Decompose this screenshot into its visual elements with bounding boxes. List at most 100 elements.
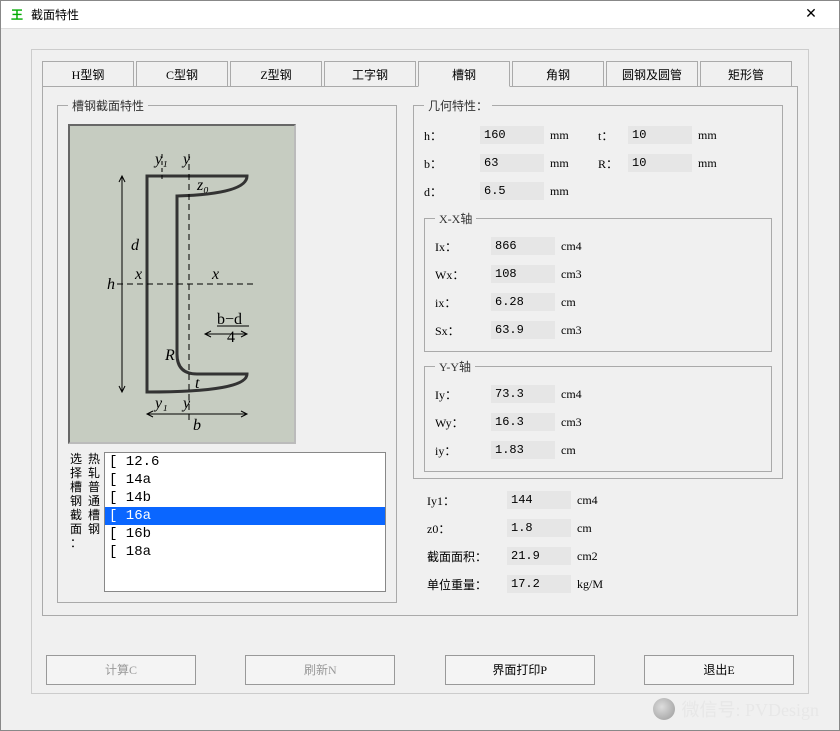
Sx-value: 63.9 <box>491 321 555 339</box>
geom-fieldset: 几何特性： h： 160 mm t： 10 mm b： 63 mm <box>413 97 783 479</box>
t-value: 10 <box>628 126 692 144</box>
tab-c-steel[interactable]: C型钢 <box>136 61 228 87</box>
svg-text:y: y <box>181 151 191 168</box>
iy-unit: cm <box>561 443 609 458</box>
Ix-unit: cm4 <box>561 239 609 254</box>
ix-value: 6.28 <box>491 293 555 311</box>
refresh-button[interactable]: 刷新N <box>245 655 395 685</box>
x-axis-legend: X-X轴 <box>435 210 476 227</box>
svg-text:y₁: y₁ <box>153 151 168 168</box>
content-area: H型钢 C型钢 Z型钢 工字钢 槽钢 角钢 圆钢及圆管 矩形管 槽钢截面特性 <box>1 29 839 730</box>
Iy-label: Iy： <box>435 386 491 403</box>
left-column: 槽钢截面特性 <box>57 97 397 603</box>
list-item[interactable]: [ 16b <box>105 525 385 543</box>
Iy-unit: cm4 <box>561 387 609 402</box>
b-label: b： <box>424 155 480 172</box>
tab-round-tube[interactable]: 圆钢及圆管 <box>606 61 698 87</box>
ix-label: ix： <box>435 294 491 311</box>
iy-label: iy： <box>435 442 491 459</box>
ix-unit: cm <box>561 295 609 310</box>
x-axis-fieldset: X-X轴 Ix：866 cm4 Wx：108 cm3 ix：6.28 cm Sx：63… <box>424 210 772 352</box>
list-item[interactable]: [ 12.6 <box>105 453 385 471</box>
tab-rect-tube[interactable]: 矩形管 <box>700 61 792 87</box>
tab-channel-steel[interactable]: 槽钢 <box>418 61 510 87</box>
Ix-label: Ix： <box>435 238 491 255</box>
svg-text:y: y <box>181 395 191 412</box>
area-unit: cm2 <box>577 549 625 564</box>
section-fieldset: 槽钢截面特性 <box>57 97 397 603</box>
right-column: 几何特性： h： 160 mm t： 10 mm b： 63 mm <box>413 97 783 599</box>
z0-unit: cm <box>577 521 625 536</box>
tabstrip: H型钢 C型钢 Z型钢 工字钢 槽钢 角钢 圆钢及圆管 矩形管 <box>42 60 798 86</box>
svg-text:x: x <box>211 266 219 283</box>
app-icon: 王 <box>9 7 25 23</box>
y-axis-fieldset: Y-Y轴 Iy：73.3cm4 Wy：16.3cm3 iy：1.83cm <box>424 358 772 472</box>
t-unit: mm <box>698 128 746 143</box>
Wx-unit: cm3 <box>561 267 609 282</box>
Iy-value: 73.3 <box>491 385 555 403</box>
Wx-value: 108 <box>491 265 555 283</box>
Wy-value: 16.3 <box>491 413 555 431</box>
R-label: R： <box>598 155 628 172</box>
svg-text:b: b <box>193 417 201 434</box>
b-value: 63 <box>480 154 544 172</box>
channel-diagram-svg: y₁ y z₀ d h x x b−d 4 <box>77 134 287 434</box>
h-value: 160 <box>480 126 544 144</box>
list-item[interactable]: [ 14a <box>105 471 385 489</box>
section-diagram: y₁ y z₀ d h x x b−d 4 <box>68 124 296 444</box>
tab-angle-steel[interactable]: 角钢 <box>512 61 604 87</box>
svg-text:b−d: b−d <box>217 311 242 328</box>
list-item[interactable]: [ 18a <box>105 543 385 561</box>
Ix-value: 866 <box>491 237 555 255</box>
main-window: 王 截面特性 ✕ H型钢 C型钢 Z型钢 工字钢 槽钢 角钢 圆钢及圆管 矩形管… <box>0 0 840 731</box>
t-label: t： <box>598 127 628 144</box>
list-item[interactable]: [ 16a <box>105 507 385 525</box>
Wy-label: Wy： <box>435 414 491 431</box>
exit-button[interactable]: 退出E <box>644 655 794 685</box>
svg-text:x: x <box>134 266 142 283</box>
tab-body: 槽钢截面特性 <box>42 86 798 616</box>
weight-value: 17.2 <box>507 575 571 593</box>
list-item[interactable]: [ 14b <box>105 489 385 507</box>
svg-text:t: t <box>195 375 200 392</box>
area-label: 截面面积： <box>427 548 507 565</box>
d-label: d： <box>424 183 480 200</box>
close-icon[interactable]: ✕ <box>791 6 831 23</box>
print-button[interactable]: 界面打印P <box>445 655 595 685</box>
calc-button[interactable]: 计算C <box>46 655 196 685</box>
selector-label-2: 热轧普通槽钢 <box>86 452 102 536</box>
Wx-label: Wx： <box>435 266 491 283</box>
tab-i-steel[interactable]: 工字钢 <box>324 61 416 87</box>
z0-label: z0： <box>427 520 507 537</box>
svg-text:4: 4 <box>227 329 235 346</box>
watermark: 微信号: PVDesign <box>653 696 819 722</box>
weight-label: 单位重量： <box>427 576 507 593</box>
area-value: 21.9 <box>507 547 571 565</box>
tab-h-steel[interactable]: H型钢 <box>42 61 134 87</box>
wechat-icon <box>653 698 675 720</box>
svg-text:z₀: z₀ <box>196 177 209 194</box>
svg-text:R: R <box>164 347 175 364</box>
d-value: 6.5 <box>480 182 544 200</box>
iy-value: 1.83 <box>491 441 555 459</box>
selector-label-1: 选择槽钢截面： <box>68 452 84 550</box>
R-value: 10 <box>628 154 692 172</box>
Iy1-label: Iy1： <box>427 492 507 509</box>
d-unit: mm <box>550 184 598 199</box>
Wy-unit: cm3 <box>561 415 609 430</box>
section-legend: 槽钢截面特性 <box>68 97 148 114</box>
b-unit: mm <box>550 156 598 171</box>
Iy1-value: 144 <box>507 491 571 509</box>
tab-z-steel[interactable]: Z型钢 <box>230 61 322 87</box>
Sx-unit: cm3 <box>561 323 609 338</box>
svg-text:h: h <box>107 276 115 293</box>
selector-row: 选择槽钢截面： 热轧普通槽钢 [ 12.6 [ 14a [ 14b [ 16a … <box>68 452 386 592</box>
h-label: h： <box>424 127 480 144</box>
Sx-label: Sx： <box>435 322 491 339</box>
watermark-text: 微信号: PVDesign <box>681 696 819 722</box>
button-row: 计算C 刷新N 界面打印P 退出E <box>46 655 794 685</box>
section-listbox[interactable]: [ 12.6 [ 14a [ 14b [ 16a [ 16b [ 18a <box>104 452 386 592</box>
outer-panel: H型钢 C型钢 Z型钢 工字钢 槽钢 角钢 圆钢及圆管 矩形管 槽钢截面特性 <box>31 49 809 694</box>
Iy1-unit: cm4 <box>577 493 625 508</box>
weight-unit: kg/M <box>577 577 625 592</box>
